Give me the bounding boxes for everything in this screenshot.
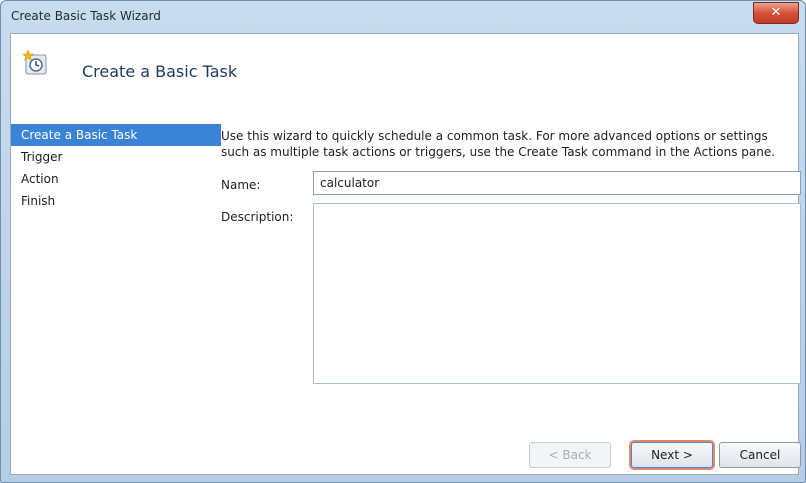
nav-item-label: Finish	[21, 194, 56, 208]
nav-item-create-basic-task[interactable]: Create a Basic Task	[11, 124, 221, 146]
name-input[interactable]	[313, 171, 801, 195]
wizard-window: Create Basic Task Wizard ✕ Create a Basi…	[0, 0, 806, 483]
intro-text: Use this wizard to quickly schedule a co…	[221, 128, 791, 160]
nav-item-action[interactable]: Action	[11, 168, 221, 190]
wizard-client-area: Create a Basic Task Create a Basic Task …	[10, 33, 801, 475]
task-scheduler-clock-icon	[23, 50, 47, 75]
window-title: Create Basic Task Wizard	[11, 9, 161, 23]
nav-item-label: Create a Basic Task	[21, 128, 138, 142]
intro-line: Use this wizard to quickly schedule a co…	[221, 129, 768, 143]
title-bar[interactable]: Create Basic Task Wizard ✕	[1, 1, 805, 33]
wizard-header: Create a Basic Task	[11, 34, 798, 108]
back-button[interactable]: < Back	[529, 442, 611, 468]
name-label: Name:	[221, 178, 261, 192]
description-label: Description:	[221, 210, 294, 224]
close-button[interactable]: ✕	[753, 2, 799, 24]
wizard-steps-nav: Create a Basic Task Trigger Action Finis…	[11, 124, 221, 454]
description-textarea[interactable]	[313, 203, 801, 384]
intro-line: such as multiple task actions or trigger…	[221, 145, 776, 159]
nav-item-finish[interactable]: Finish	[11, 190, 221, 212]
close-icon: ✕	[770, 5, 782, 20]
nav-item-trigger[interactable]: Trigger	[11, 146, 221, 168]
next-button[interactable]: Next >	[631, 442, 713, 468]
nav-item-label: Action	[21, 172, 59, 186]
cancel-button[interactable]: Cancel	[719, 442, 801, 468]
page-title: Create a Basic Task	[82, 62, 238, 81]
wizard-content: Use this wizard to quickly schedule a co…	[221, 124, 801, 444]
nav-item-label: Trigger	[21, 150, 63, 164]
wizard-footer: < Back Next > Cancel	[11, 430, 801, 474]
